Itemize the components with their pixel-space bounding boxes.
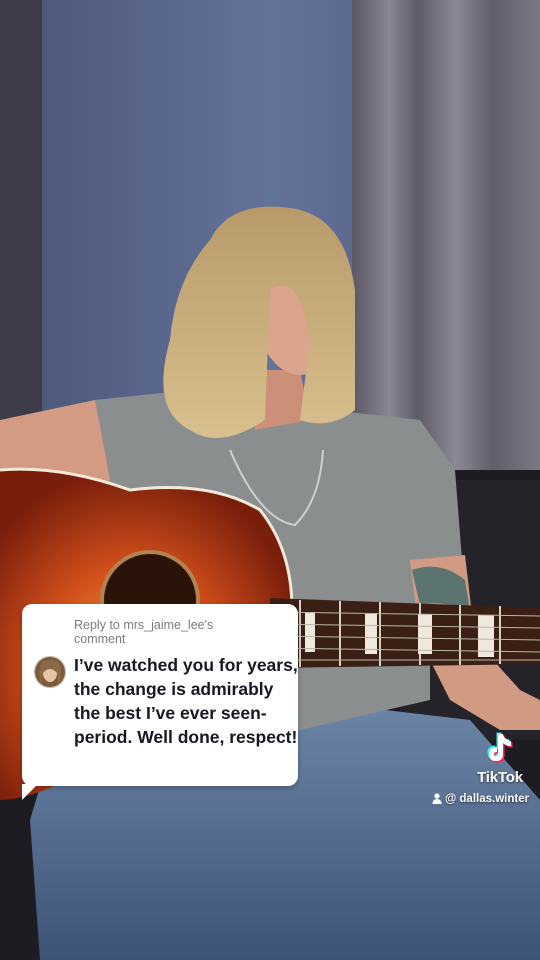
creator-username: @ dallas.winter [445, 793, 530, 805]
avatar [34, 656, 66, 688]
tiktok-watermark: TikTok [470, 730, 530, 794]
reply-comment-card[interactable]: Reply to mrs_jaime_lee's comment I’ve wa… [22, 604, 298, 800]
card-tail [22, 784, 38, 800]
comment-text: I’ve watched you for years, the change i… [74, 655, 298, 747]
reply-header: Reply to mrs_jaime_lee's comment [74, 618, 214, 646]
video-frame[interactable] [0, 0, 540, 960]
creator-handle: @ dallas.winter [432, 793, 529, 805]
tiktok-brand: TikTok [477, 769, 523, 786]
user-icon [432, 793, 442, 804]
avatar-image [35, 657, 65, 687]
tiktok-note-icon [487, 732, 513, 763]
